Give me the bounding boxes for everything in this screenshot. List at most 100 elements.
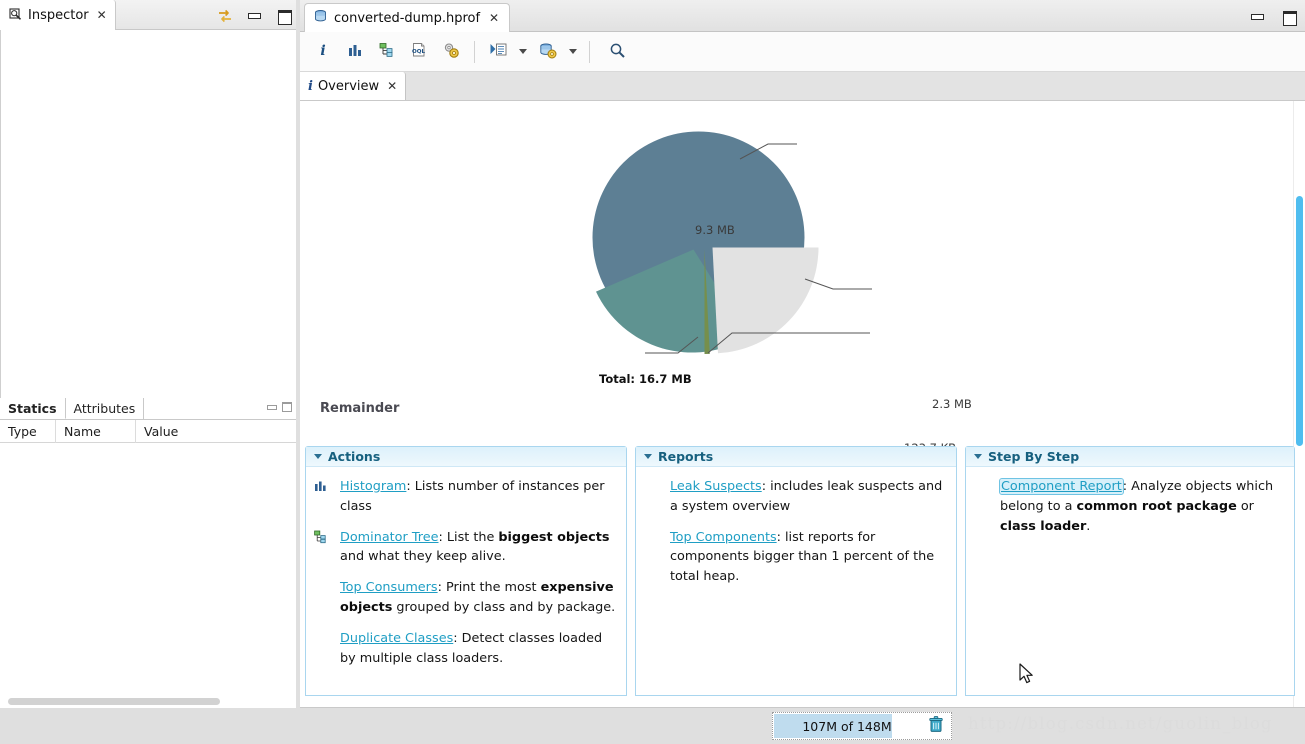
action-dominator-tree-emph: biggest objects [498,529,610,545]
remainder-label: Remainder [320,401,400,416]
oql-document-icon: OQL [411,42,427,61]
pane-reports-header[interactable]: Reports [636,447,956,467]
bar-chart-icon [347,42,363,61]
chevron-down-icon[interactable] [644,454,652,459]
sync-arrows-icon[interactable] [216,7,232,23]
oql-button[interactable]: OQL [404,38,434,66]
overview-info-button[interactable]: i [308,38,338,66]
list-item: Leak Suspects: includes leak suspects an… [644,477,948,517]
tab-statics[interactable]: Statics [0,398,66,419]
tab-statics-label: Statics [8,400,57,416]
inspector-tab-label: Inspector [28,7,89,23]
maximize-icon[interactable] [276,7,292,25]
heap-dump-icon [313,9,328,27]
pie-label-2-3-mb: 2.3 MB [932,397,972,411]
open-query-browser-button[interactable] [533,38,563,66]
run-garbage-collector-button[interactable] [921,716,951,736]
gears-icon [443,42,460,62]
step-component-report-emph-2: class loader [1000,518,1087,534]
pie-label-9-3-mb: 9.3 MB [695,223,735,237]
chevron-down-icon[interactable] [974,454,982,459]
pane-step-by-step: Step By Step Component Report: Analyze o… [965,446,1295,696]
inspector-content [0,30,296,398]
inspector-tabbar: Inspector ✕ [0,0,296,30]
pane-step-by-step-body: Component Report: Analyze objects which … [966,467,1294,553]
link-histogram[interactable]: Histogram [340,479,406,494]
no-icon [644,477,670,517]
overview-pane: 9.3 MB 5 MB 123.7 KB 2.3 MB Total: 16.7 … [300,101,1305,708]
link-top-consumers[interactable]: Top Consumers [340,580,438,595]
bar-chart-icon [314,477,340,517]
minimize-icon[interactable] [246,7,262,23]
inspector-sub-actions [267,401,292,412]
editor-tabbar: converted-dump.hprof ✕ [300,0,1305,32]
pane-actions-body: Histogram: Lists number of instances per… [306,467,626,686]
heap-status-label: 107M of 148M [802,718,892,734]
overview-panes: Actions Histogram: Lists number of insta… [305,446,1295,696]
heap-status-widget[interactable]: 107M of 148M [772,712,952,740]
dominator-tree-button[interactable] [372,38,402,66]
list-item: Top Consumers: Print the most expensive … [314,578,618,618]
tab-attributes-label: Attributes [73,401,136,416]
tree-icon [314,528,340,568]
minimize-icon[interactable] [1249,8,1265,24]
list-item: Histogram: Lists number of instances per… [314,477,618,517]
tree-icon [379,42,395,61]
tab-attributes[interactable]: Attributes [66,398,145,419]
link-dominator-tree[interactable]: Dominator Tree [340,530,439,545]
action-histogram: Histogram: Lists number of instances per… [340,477,618,517]
editor-toolbar: i OQL [300,32,1305,72]
pane-step-by-step-header[interactable]: Step By Step [966,447,1294,467]
histogram-button[interactable] [340,38,370,66]
inspector-detail-section: Statics Attributes Type Name Value [0,398,296,712]
column-header-value[interactable]: Value [136,420,294,443]
inspector-view-actions [216,0,292,30]
chevron-down-icon[interactable] [314,454,322,459]
column-header-name[interactable]: Name [56,419,136,443]
heap-dump-editor: converted-dump.hprof ✕ i OQL i Overview … [300,0,1305,708]
list-item: Duplicate Classes: Detect classes loaded… [314,629,618,669]
pane-actions-header[interactable]: Actions [306,447,626,467]
editor-window-actions [1249,0,1297,32]
link-leak-suspects[interactable]: Leak Suspects [670,479,762,494]
tab-converted-dump-hprof[interactable]: converted-dump.hprof ✕ [304,3,511,32]
step-component-report-desc-2: or [1236,498,1254,514]
run-expert-system-test-button[interactable] [483,38,513,66]
toolbar-separator [474,40,475,63]
svg-text:OQL: OQL [412,49,426,55]
inspector-horizontal-scrollbar[interactable] [6,697,290,706]
action-duplicate-classes: Duplicate Classes: Detect classes loaded… [340,629,618,669]
open-query-browser-dropdown[interactable] [565,38,581,66]
pane-actions: Actions Histogram: Lists number of insta… [305,446,627,696]
run-query-icon [489,42,507,61]
maximize-icon[interactable] [282,401,292,412]
action-dominator-tree-desc-1: : List the [438,529,499,545]
toolbar-separator [589,40,590,63]
column-header-type[interactable]: Type [0,419,56,443]
link-component-report[interactable]: Component Report [999,478,1124,495]
inspector-sub-tabbar: Statics Attributes [0,398,296,420]
statics-table-header: Type Name Value [0,419,296,443]
editor-tab-label: converted-dump.hprof [334,10,481,26]
pie-slice-2-3-mb[interactable] [712,247,819,354]
run-expert-system-dropdown[interactable] [515,38,531,66]
maximize-icon[interactable] [1281,8,1297,26]
close-icon[interactable]: ✕ [486,12,499,24]
link-duplicate-classes[interactable]: Duplicate Classes [340,631,453,646]
application-window: Inspector ✕ Statics Attributes Type Name… [0,0,1305,744]
tab-overview[interactable]: i Overview ✕ [300,72,407,100]
calculate-retained-size-button[interactable] [436,38,466,66]
action-dominator-tree-desc-2: and what they keep alive. [340,549,506,565]
action-top-consumers: Top Consumers: Print the most expensive … [340,578,618,618]
action-top-consumers-desc-2: grouped by class and by package. [392,600,616,616]
scrollbar-thumb[interactable] [8,698,220,705]
link-top-components[interactable]: Top Components [670,530,777,545]
inspector-view: Inspector ✕ Statics Attributes Type Name… [0,0,296,712]
tab-inspector[interactable]: Inspector ✕ [0,0,116,30]
heap-gear-icon [539,42,557,62]
close-icon[interactable]: ✕ [94,9,107,21]
close-icon[interactable]: ✕ [384,80,397,92]
find-button[interactable] [602,38,632,66]
minimize-icon[interactable] [267,401,277,410]
statics-table-body [0,443,296,689]
